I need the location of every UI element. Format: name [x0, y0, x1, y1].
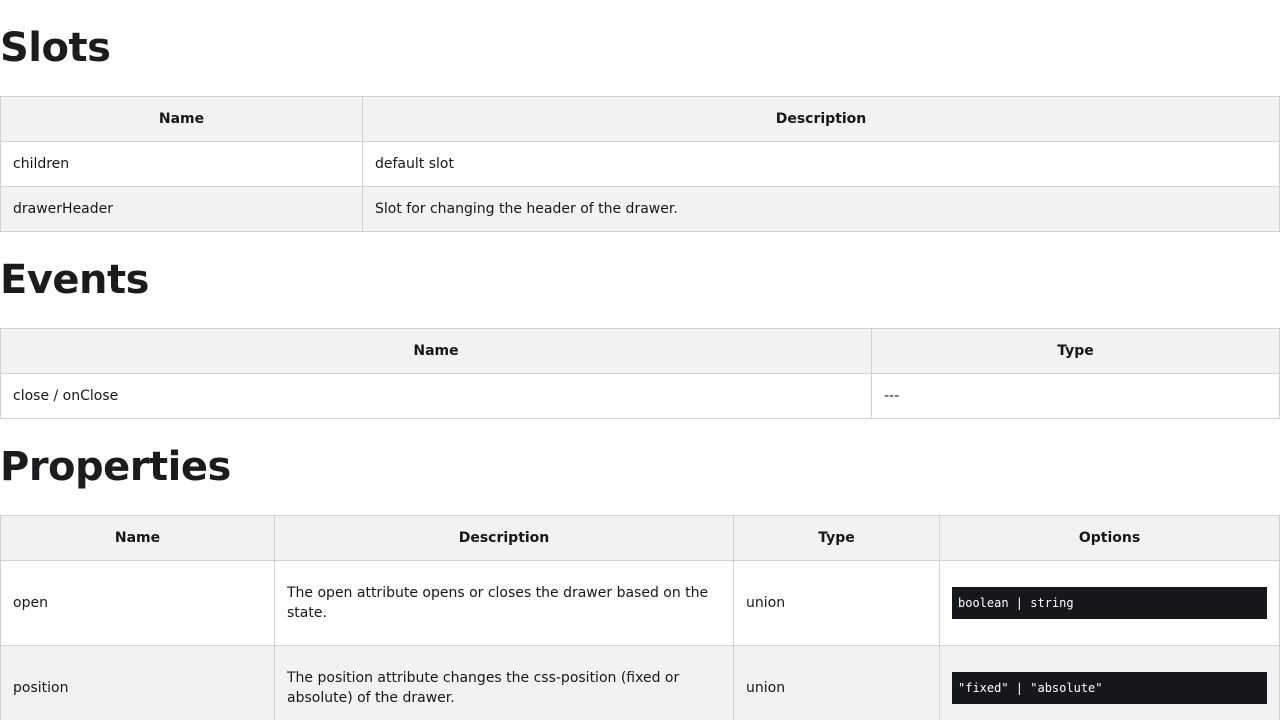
table-row: close / onClose ---	[0, 373, 1280, 419]
event-name-cell: close / onClose	[0, 373, 872, 419]
table-row: position The position attribute changes …	[0, 645, 1280, 720]
column-header-name: Name	[0, 515, 275, 561]
table-header-row: Name Type	[0, 328, 1280, 374]
slot-name-cell: drawerHeader	[0, 186, 363, 232]
column-header-name: Name	[0, 96, 363, 142]
slots-heading: Slots	[0, 25, 111, 71]
property-description-cell: The position attribute changes the css-p…	[274, 645, 734, 720]
slots-table: Name Description children default slot d…	[0, 96, 1280, 232]
table-header-row: Name Description Type Options	[0, 515, 1280, 561]
options-code-block: boolean | string	[952, 587, 1267, 619]
column-header-name: Name	[0, 328, 872, 374]
property-description-cell: The open attribute opens or closes the d…	[274, 560, 734, 646]
property-name-cell: position	[0, 645, 275, 720]
event-type-cell: ---	[871, 373, 1280, 419]
properties-heading: Properties	[0, 444, 231, 490]
events-table: Name Type close / onClose ---	[0, 328, 1280, 419]
property-type-cell: union	[733, 560, 940, 646]
slot-description-cell: Slot for changing the header of the draw…	[362, 186, 1280, 232]
property-options-cell: boolean | string	[939, 560, 1280, 646]
events-heading: Events	[0, 257, 149, 303]
column-header-description: Description	[274, 515, 734, 561]
column-header-type: Type	[871, 328, 1280, 374]
table-row: children default slot	[0, 141, 1280, 187]
docs-page: Slots Name Description children default …	[0, 0, 1280, 720]
property-type-cell: union	[733, 645, 940, 720]
column-header-type: Type	[733, 515, 940, 561]
table-row: open The open attribute opens or closes …	[0, 560, 1280, 646]
column-header-options: Options	[939, 515, 1280, 561]
slot-name-cell: children	[0, 141, 363, 187]
column-header-description: Description	[362, 96, 1280, 142]
property-options-cell: "fixed" | "absolute"	[939, 645, 1280, 720]
slot-description-cell: default slot	[362, 141, 1280, 187]
table-header-row: Name Description	[0, 96, 1280, 142]
table-row: drawerHeader Slot for changing the heade…	[0, 186, 1280, 232]
property-name-cell: open	[0, 560, 275, 646]
options-code-block: "fixed" | "absolute"	[952, 672, 1267, 704]
properties-table: Name Description Type Options open The o…	[0, 515, 1280, 720]
